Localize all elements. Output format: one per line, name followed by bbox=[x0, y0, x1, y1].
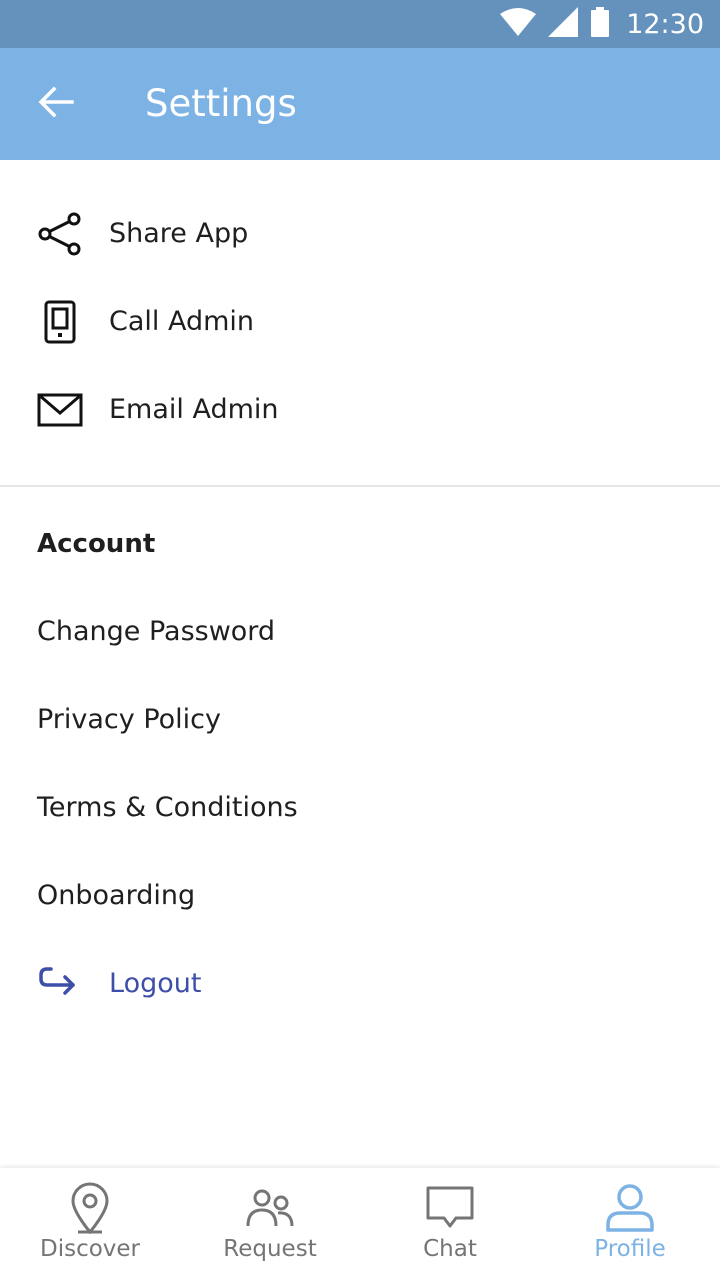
nav-request-label: Request bbox=[223, 1236, 317, 1262]
terms-conditions-label: Terms & Conditions bbox=[37, 792, 298, 823]
people-icon bbox=[180, 1182, 360, 1234]
chat-icon bbox=[360, 1182, 540, 1234]
nav-profile-label: Profile bbox=[594, 1236, 666, 1262]
privacy-policy-row[interactable]: Privacy Policy bbox=[0, 676, 720, 764]
account-section-header: Account bbox=[37, 529, 156, 559]
section-divider bbox=[0, 485, 720, 487]
phone-icon bbox=[36, 298, 84, 346]
onboarding-label: Onboarding bbox=[37, 880, 196, 911]
back-button[interactable] bbox=[28, 78, 84, 130]
battery-icon bbox=[590, 6, 610, 42]
email-admin-label: Email Admin bbox=[109, 394, 279, 425]
signal-icon bbox=[548, 6, 579, 42]
nav-chat[interactable]: Chat bbox=[360, 1168, 540, 1280]
nav-discover[interactable]: Discover bbox=[0, 1168, 180, 1280]
share-app-row[interactable]: Share App bbox=[0, 190, 720, 278]
privacy-policy-label: Privacy Policy bbox=[37, 704, 222, 735]
logout-label: Logout bbox=[109, 968, 202, 999]
terms-conditions-row[interactable]: Terms & Conditions bbox=[0, 764, 720, 852]
status-bar: 12:30 bbox=[0, 0, 720, 48]
bottom-navigation: Discover Request Chat Profile bbox=[0, 1168, 720, 1280]
share-icon bbox=[36, 210, 84, 258]
change-password-label: Change Password bbox=[37, 616, 276, 647]
nav-chat-label: Chat bbox=[423, 1236, 477, 1262]
share-app-label: Share App bbox=[109, 218, 249, 249]
arrow-left-icon bbox=[38, 86, 74, 123]
nav-request[interactable]: Request bbox=[180, 1168, 360, 1280]
user-icon bbox=[540, 1182, 720, 1234]
page-title: Settings bbox=[145, 82, 297, 125]
app-bar: Settings bbox=[0, 48, 720, 160]
wifi-icon bbox=[500, 7, 537, 41]
mail-icon bbox=[36, 386, 84, 434]
location-pin-icon bbox=[0, 1182, 180, 1234]
logout-icon bbox=[34, 960, 82, 1008]
logout-button[interactable]: Logout bbox=[0, 940, 720, 1028]
email-admin-row[interactable]: Email Admin bbox=[0, 366, 720, 454]
nav-profile[interactable]: Profile bbox=[540, 1168, 720, 1280]
status-icons: 12:30 bbox=[500, 0, 704, 48]
change-password-row[interactable]: Change Password bbox=[0, 588, 720, 676]
status-time: 12:30 bbox=[626, 8, 704, 40]
call-admin-row[interactable]: Call Admin bbox=[0, 278, 720, 366]
onboarding-row[interactable]: Onboarding bbox=[0, 852, 720, 940]
call-admin-label: Call Admin bbox=[109, 306, 255, 337]
nav-discover-label: Discover bbox=[39, 1236, 141, 1262]
